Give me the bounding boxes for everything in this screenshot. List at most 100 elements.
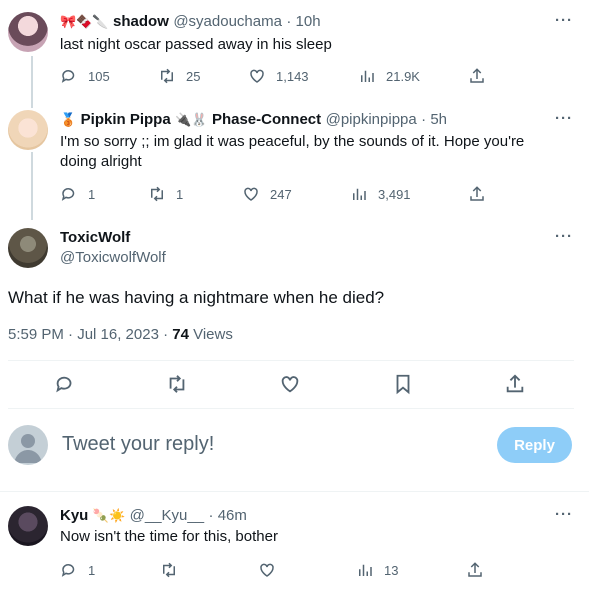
tweet-pipkin[interactable]: 🥉 Pipkin Pippa 🔌🐰 Phase-Connect @pipkinp… xyxy=(0,100,589,220)
share-button[interactable] xyxy=(504,373,526,395)
heart-icon xyxy=(281,376,299,393)
name-emojis: 🔌🐰 xyxy=(175,111,208,127)
default-user-icon xyxy=(14,434,42,463)
retweet-count: 1 xyxy=(176,186,184,202)
retweet-icon xyxy=(151,186,163,202)
tweet-text: I'm so sorry ;; im glad it was peaceful,… xyxy=(60,132,560,172)
like-count: 247 xyxy=(270,186,292,202)
tweet-text: What if he was having a nightmare when h… xyxy=(8,288,385,307)
reply-icon xyxy=(61,70,75,83)
like-count: 1,143 xyxy=(276,68,309,84)
share-icon xyxy=(506,374,524,393)
display-name[interactable]: Pipkin Pippa xyxy=(81,111,171,128)
display-name[interactable]: shadow xyxy=(113,13,169,30)
display-name[interactable]: Kyu xyxy=(60,507,88,524)
reply-icon xyxy=(61,564,75,577)
reply-count: 1 xyxy=(88,562,96,578)
avatar[interactable] xyxy=(8,12,48,52)
handle[interactable]: @syadouchama xyxy=(173,13,282,30)
name-emojis: 🍡☀️ xyxy=(92,507,126,523)
own-avatar[interactable] xyxy=(8,425,48,465)
tweet-text: last night oscar passed away in his slee… xyxy=(60,36,332,53)
tweet-kyu[interactable]: Kyu 🍡☀️ @__Kyu__ · 46m ··· Now isn't the… xyxy=(0,492,589,606)
more-icon[interactable]: ··· xyxy=(555,506,573,523)
retweet-count: 25 xyxy=(186,68,201,84)
heart-icon xyxy=(250,69,264,83)
badge-emoji: 🥉 xyxy=(60,111,77,127)
divider xyxy=(8,408,574,409)
more-icon[interactable]: ··· xyxy=(555,12,573,29)
avatar[interactable] xyxy=(8,506,48,546)
like-button[interactable] xyxy=(279,373,301,395)
share-button[interactable] xyxy=(468,67,486,85)
share-button[interactable] xyxy=(466,561,484,579)
heart-icon xyxy=(244,187,258,201)
bookmark-icon xyxy=(396,374,410,395)
view-count: 3,491 xyxy=(378,186,411,202)
action-bar: 1 1 247 3,491 xyxy=(60,184,490,204)
retweet-button[interactable]: 1 xyxy=(148,185,183,203)
action-bar: 1 13 xyxy=(60,560,490,580)
more-icon[interactable]: ··· xyxy=(555,228,573,245)
share-icon xyxy=(470,186,484,201)
views-icon xyxy=(359,564,372,576)
retweet-button[interactable]: 25 xyxy=(158,67,200,85)
tweet-text-line: I'm so sorry ;; im glad it was peaceful,… xyxy=(60,133,525,150)
handle[interactable]: @__Kyu__ xyxy=(130,507,204,524)
view-count: 21.9K xyxy=(386,68,420,84)
tweet-shadow[interactable]: 🎀🍫🔪 shadow @syadouchama · 10h ··· last n… xyxy=(0,0,589,100)
reply-count: 105 xyxy=(88,68,110,84)
reply-input[interactable]: Tweet your reply! xyxy=(62,433,214,456)
timestamp[interactable]: · 46m xyxy=(209,507,247,524)
display-name[interactable]: ToxicWolf xyxy=(60,229,130,246)
focused-action-bar xyxy=(0,364,589,404)
bookmark-button[interactable] xyxy=(392,373,414,395)
views-icon xyxy=(353,188,366,200)
views-button[interactable]: 13 xyxy=(356,561,398,579)
tweet-text-line: doing alright xyxy=(60,153,142,170)
retweet-button[interactable] xyxy=(160,561,178,579)
tweet-header: 🎀🍫🔪 shadow @syadouchama · 10h xyxy=(60,13,321,31)
views-label: Views xyxy=(188,326,233,343)
name-emojis: 🎀🍫🔪 xyxy=(60,13,109,29)
share-button[interactable] xyxy=(468,185,486,203)
share-icon xyxy=(468,562,482,577)
tweet-timestamp[interactable]: 5:59 PM · Jul 16, 2023 · xyxy=(8,326,172,343)
like-button[interactable] xyxy=(258,561,276,579)
reply-button[interactable]: 1 xyxy=(60,561,95,579)
handle[interactable]: @pipkinpippa xyxy=(326,111,417,128)
views-count: 74 xyxy=(172,326,189,343)
action-bar: 105 25 1,143 21.9K xyxy=(60,66,490,86)
timestamp[interactable]: · 10h xyxy=(286,13,320,30)
retweet-icon xyxy=(163,562,175,578)
divider xyxy=(8,360,574,361)
timestamp[interactable]: · 5h xyxy=(421,111,447,128)
handle[interactable]: @ToxicwolfWolf xyxy=(60,249,166,266)
avatar[interactable] xyxy=(8,228,48,268)
more-icon[interactable]: ··· xyxy=(555,110,573,127)
tweet-header: 🥉 Pipkin Pippa 🔌🐰 Phase-Connect @pipkinp… xyxy=(60,111,447,129)
retweet-icon xyxy=(161,68,173,84)
heart-icon xyxy=(260,563,274,577)
tweet-meta: 5:59 PM · Jul 16, 2023 · 74 Views xyxy=(8,326,233,343)
view-count: 13 xyxy=(384,562,399,578)
reply-button[interactable]: 105 xyxy=(60,67,110,85)
reply-icon xyxy=(56,376,72,393)
share-icon xyxy=(470,68,484,83)
views-button[interactable]: 21.9K xyxy=(358,67,420,85)
reply-submit-button[interactable]: Reply xyxy=(497,427,572,463)
retweet-button[interactable] xyxy=(166,373,188,395)
views-icon xyxy=(361,70,374,82)
like-button[interactable]: 247 xyxy=(242,185,292,203)
tweet-text: Now isn't the time for this, bother xyxy=(60,528,278,545)
tweet-header: Kyu 🍡☀️ @__Kyu__ · 46m xyxy=(60,507,247,525)
retweet-icon xyxy=(169,375,185,393)
reply-icon xyxy=(61,188,75,201)
display-name-suffix[interactable]: Phase-Connect xyxy=(212,111,321,128)
reply-button[interactable]: 1 xyxy=(60,185,95,203)
reply-count: 1 xyxy=(88,186,96,202)
avatar[interactable] xyxy=(8,110,48,150)
like-button[interactable]: 1,143 xyxy=(248,67,309,85)
views-button[interactable]: 3,491 xyxy=(350,185,411,203)
reply-button[interactable] xyxy=(54,373,76,395)
